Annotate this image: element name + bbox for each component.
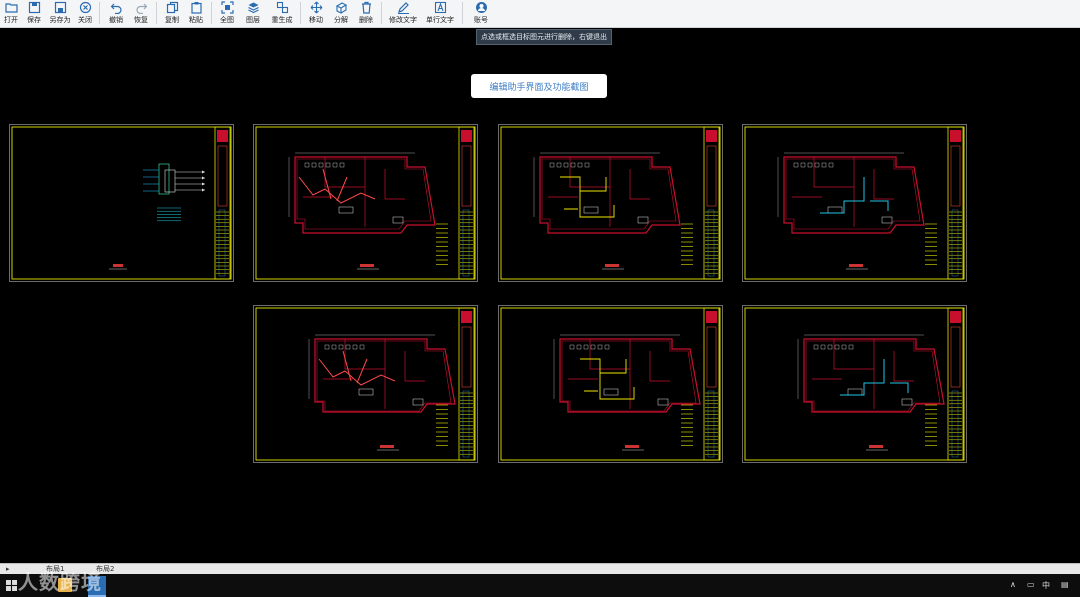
move-label: 移动	[309, 16, 323, 24]
paste-icon	[190, 2, 202, 14]
regen-label: 重生成	[271, 16, 293, 24]
toolbar-separator	[211, 2, 212, 24]
undo-icon	[110, 3, 122, 14]
folder-open-icon	[4, 3, 18, 13]
undo-button[interactable]: 撤销	[103, 0, 129, 27]
regenerate-icon	[276, 1, 288, 14]
copy-label: 复制	[165, 16, 179, 24]
edittext-label: 修改文字	[389, 16, 417, 24]
watermark: 人数跨境	[18, 570, 102, 594]
drawing-sheet-5[interactable]	[253, 305, 478, 463]
layers-icon	[247, 2, 259, 14]
explode-icon	[335, 2, 347, 14]
taskbar: ∧ ▭ 中 ▤	[0, 574, 1080, 597]
copy-button[interactable]: 复制	[160, 0, 184, 27]
fullview-label: 全图	[220, 16, 234, 24]
toolbar-separator	[462, 2, 463, 24]
pen-icon	[397, 2, 409, 14]
layers-button[interactable]: 图层	[239, 0, 267, 27]
drawing-sheet-4[interactable]	[742, 124, 967, 282]
ime-indicator[interactable]: 中	[1042, 580, 1050, 591]
save-button[interactable]: 保存	[22, 0, 46, 27]
title-badge: 编辑助手界面及功能截图	[471, 74, 607, 98]
edittext-button[interactable]: 修改文字	[385, 0, 421, 27]
fullview-button[interactable]: 全图	[215, 0, 239, 27]
text-box-icon	[434, 1, 446, 14]
save-label: 保存	[27, 16, 41, 24]
toolbar-separator	[156, 2, 157, 24]
notification-icon[interactable]: ▤	[1061, 580, 1069, 589]
network-icon[interactable]: ▭	[1027, 580, 1035, 589]
saveas-label: 另存为	[49, 16, 71, 24]
drawing-sheet-3[interactable]	[498, 124, 723, 282]
account-button[interactable]: 账号	[466, 0, 496, 27]
save-icon	[28, 1, 40, 14]
cad-drawing-content	[498, 124, 723, 282]
cad-drawing-content	[498, 305, 723, 463]
singletext-button[interactable]: 单行文字	[421, 0, 459, 27]
saveas-button[interactable]: 另存为	[46, 0, 74, 27]
open-button[interactable]: 打开	[0, 0, 22, 27]
move-icon	[310, 1, 322, 14]
drawing-sheet-2[interactable]	[253, 124, 478, 282]
cad-drawing-content	[253, 124, 478, 282]
user-icon	[475, 2, 487, 13]
cad-drawing-content	[253, 305, 478, 463]
trash-icon	[361, 1, 371, 14]
toolbar-separator	[99, 2, 100, 24]
toolbar: 打开 保存 另存为 关闭 撤销 恢复 复制 粘贴 全图 图层 重生成 移动 分解 删除 修改文字 单行文字 账号	[0, 0, 1080, 28]
cad-drawing-content	[742, 305, 967, 463]
tray-chevron-icon[interactable]: ∧	[1010, 580, 1016, 589]
drawing-sheet-7[interactable]	[742, 305, 967, 463]
drawing-sheet-6[interactable]	[498, 305, 723, 463]
paste-button[interactable]: 粘贴	[184, 0, 208, 27]
explode-button[interactable]: 分解	[328, 0, 354, 27]
save-as-icon	[54, 1, 66, 14]
fit-view-icon	[220, 1, 234, 14]
close-button[interactable]: 关闭	[74, 0, 96, 27]
delete-label: 删除	[359, 16, 373, 24]
paste-label: 粘贴	[189, 16, 203, 24]
drawing-sheet-1[interactable]	[9, 124, 234, 282]
redo-label: 恢复	[134, 16, 148, 24]
cad-drawing-content	[742, 124, 967, 282]
close-circle-icon	[79, 1, 91, 14]
account-label: 账号	[474, 16, 488, 24]
move-button[interactable]: 移动	[304, 0, 328, 27]
open-label: 打开	[4, 16, 18, 24]
toolbar-separator	[381, 2, 382, 24]
delete-button[interactable]: 删除	[354, 0, 378, 27]
layers-label: 图层	[246, 16, 260, 24]
copy-icon	[166, 1, 178, 14]
toolbar-separator	[300, 2, 301, 24]
tooltip: 点选或框选目标图元进行删除，右键退出	[476, 29, 612, 45]
close-label: 关闭	[78, 16, 92, 24]
regen-button[interactable]: 重生成	[267, 0, 297, 27]
windows-start-icon[interactable]	[6, 580, 17, 591]
singletext-label: 单行文字	[426, 16, 454, 24]
cad-drawing-content	[9, 124, 234, 282]
redo-button[interactable]: 恢复	[129, 0, 153, 27]
explode-label: 分解	[334, 16, 348, 24]
status-icon: ▸	[6, 565, 10, 573]
undo-label: 撤销	[109, 16, 123, 24]
redo-icon	[135, 3, 147, 14]
